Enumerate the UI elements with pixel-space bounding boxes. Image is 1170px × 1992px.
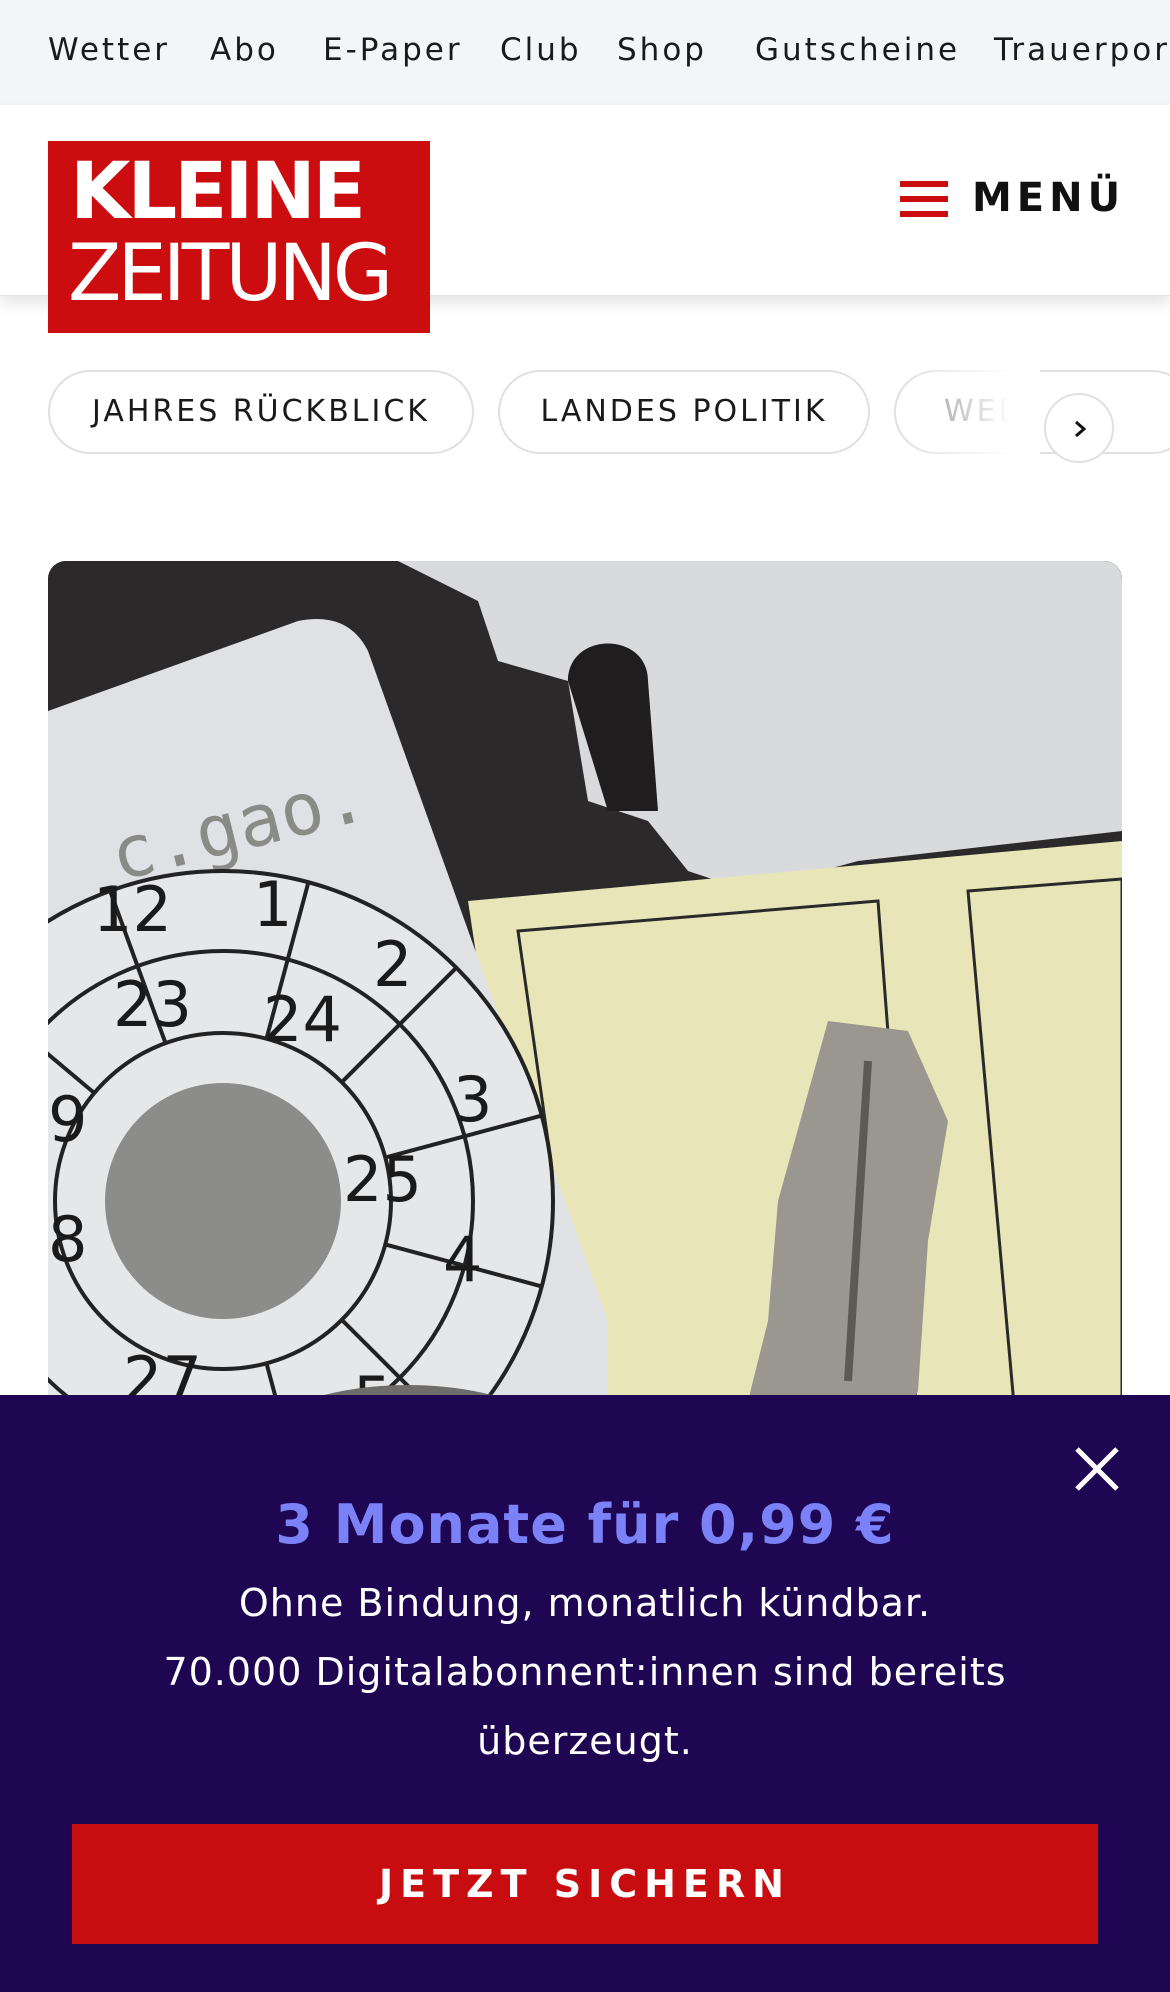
promo-line-1: Ohne Bindung, monatlich kündbar. — [238, 1581, 932, 1625]
promo-line-2: 70.000 Digitalabonnent:innen sind bereit… — [163, 1650, 1007, 1763]
top-navigation: Wetter Abo E-Paper Club Shop Gutscheine … — [0, 0, 1170, 105]
promo-text: Ohne Bindung, monatlich kündbar. 70.000 … — [140, 1569, 1030, 1776]
disc-number: 8 — [48, 1203, 87, 1276]
topnav-item-gutscheine[interactable]: Gutscheine — [755, 32, 960, 68]
close-button[interactable] — [1073, 1445, 1121, 1493]
chip-landespolitik[interactable]: LANDES POLITIK — [498, 370, 870, 454]
chips-fade — [900, 368, 1040, 458]
menu-button[interactable]: MENÜ — [898, 165, 1120, 237]
chip-jahresrueckblick[interactable]: JAHRES RÜCKBLICK — [48, 370, 474, 454]
topnav-item-wetter[interactable]: Wetter — [48, 32, 170, 68]
disc-number: 23 — [113, 968, 192, 1041]
disc-number: 2 — [373, 928, 412, 1001]
chevron-right-icon — [1075, 420, 1087, 438]
topnav-item-club[interactable]: Club — [500, 32, 582, 68]
subscription-overlay: 3 Monate für 0,99 € Ohne Bindung, monatl… — [0, 1395, 1170, 1992]
topnav-item-shop[interactable]: Shop — [617, 32, 707, 68]
disc-number: 24 — [263, 983, 342, 1056]
disc-number: 12 — [93, 873, 172, 946]
category-chips: JAHRES RÜCKBLICK LANDES POLITIK WELT — [0, 368, 1170, 460]
logo-line-kleine: KLEINE — [70, 147, 366, 237]
promo-title: 3 Monate für 0,99 € — [275, 1493, 895, 1556]
disc-number: 1 — [253, 868, 292, 941]
close-icon — [1075, 1447, 1119, 1491]
menu-label: MENÜ — [972, 175, 1126, 221]
topnav-item-epaper[interactable]: E-Paper — [323, 32, 463, 68]
subscribe-button[interactable]: JETZT SICHERN — [72, 1824, 1098, 1944]
chips-scroll-right-button[interactable] — [1044, 393, 1114, 463]
topnav-item-abo[interactable]: Abo — [210, 32, 279, 68]
disc-number: 25 — [343, 1143, 422, 1216]
disc-number: 9 — [48, 1083, 87, 1156]
site-logo[interactable]: KLEINE ZEITUNG — [48, 141, 430, 333]
topnav-item-trauerportal[interactable]: Trauerportal — [994, 32, 1170, 68]
hamburger-icon — [900, 181, 948, 217]
disc-number: 3 — [453, 1063, 492, 1136]
logo-line-zeitung: ZEITUNG — [68, 229, 393, 319]
disc-number: 4 — [443, 1223, 482, 1296]
